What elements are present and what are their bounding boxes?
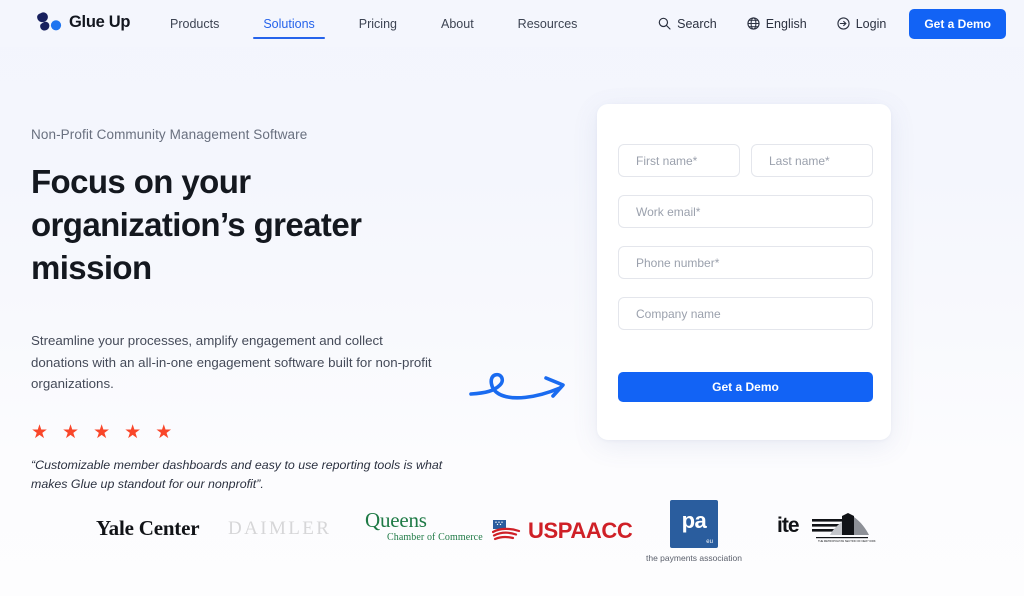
logo-queens-chamber-of-commerce: Queens Chamber of Commerce	[365, 508, 483, 544]
glueup-logo-icon	[37, 12, 62, 31]
logo-queens-text: Queens	[365, 508, 427, 532]
hero-eyebrow: Non-Profit Community Management Software	[31, 127, 308, 142]
pa-mark: pa eu	[669, 500, 718, 548]
globe-icon	[747, 17, 760, 30]
page-root: Glue Up Products Solutions Pricing About…	[0, 0, 1024, 596]
hero-content: Non-Profit Community Management Software…	[31, 127, 461, 506]
star-icon: ★	[124, 421, 142, 443]
brand-logo[interactable]: Glue Up	[36, 11, 130, 33]
header-actions: Search English Login Get a Demo	[643, 0, 1006, 47]
brand-name: Glue Up	[69, 12, 131, 31]
site-header: Glue Up Products Solutions Pricing About…	[0, 0, 1024, 47]
name-row	[618, 144, 873, 177]
uspaacc-flag-icon	[492, 520, 521, 541]
testimonial-quote: “Customizable member dashboards and easy…	[31, 457, 443, 491]
first-name-input[interactable]	[618, 144, 740, 177]
logo-daimler: DAIMLER	[228, 518, 332, 539]
header-get-a-demo-button[interactable]: Get a Demo	[909, 8, 1006, 39]
hero-description: Streamline your processes, amplify engag…	[31, 333, 432, 391]
demo-request-form: Get a Demo	[597, 104, 891, 440]
work-email-input[interactable]	[618, 195, 873, 228]
language-selector[interactable]: English	[732, 17, 822, 31]
star-icon: ★	[31, 421, 49, 443]
login-label: Login	[855, 16, 887, 31]
logo-uspaacc: USPAACC	[492, 518, 633, 544]
nav-item-resources[interactable]: Resources	[496, 0, 600, 47]
logo-yale-center: Yale Center	[96, 516, 200, 540]
search-button[interactable]: Search	[643, 17, 732, 31]
logo-ite-metropolitan-section: ite THE METROPOLITAN SECTION OF NEW YORK…	[776, 508, 876, 546]
nav-item-pricing[interactable]: Pricing	[337, 0, 419, 47]
last-name-input[interactable]	[751, 144, 873, 177]
search-label: Search	[677, 16, 717, 31]
logo-uspaacc-text: USPAACC	[528, 518, 633, 543]
logo-the-payments-association: pa eu the payments association	[646, 500, 742, 563]
page-title: Focus on your organization’s greater mis…	[31, 163, 362, 286]
phone-number-input[interactable]	[618, 246, 873, 279]
form-get-a-demo-button[interactable]: Get a Demo	[618, 372, 873, 402]
logo-queens-subtext: Chamber of Commerce	[387, 532, 483, 543]
nav-item-products[interactable]: Products	[148, 0, 241, 47]
ite-bridge-icon: ite THE METROPOLITAN SECTION OF NEW YORK…	[777, 513, 876, 543]
search-icon	[658, 17, 671, 30]
ite-subtext: THE METROPOLITAN SECTION OF NEW YORK & N…	[818, 539, 876, 543]
nav-item-solutions[interactable]: Solutions	[241, 0, 336, 47]
pa-superscript: eu	[706, 539, 713, 545]
star-icon: ★	[155, 421, 173, 443]
language-label: English	[765, 16, 807, 31]
company-name-input[interactable]	[618, 297, 873, 330]
star-icon: ★	[62, 421, 80, 443]
login-button[interactable]: Login	[822, 17, 902, 31]
svg-text:ite: ite	[777, 514, 799, 537]
star-rating: ★ ★ ★ ★ ★	[31, 423, 461, 442]
form-fields: Get a Demo	[618, 144, 873, 402]
pa-letters: pa	[681, 508, 707, 533]
login-arrow-icon	[837, 17, 850, 30]
pa-caption: the payments association	[646, 553, 742, 563]
curved-arrow-icon	[469, 372, 565, 400]
star-icon: ★	[93, 421, 111, 443]
nav-item-about[interactable]: About	[419, 0, 496, 47]
client-logo-bar: Yale Center DAIMLER Queens Chamber of Co…	[0, 492, 1024, 582]
main-navigation: Products Solutions Pricing About Resourc…	[148, 0, 599, 47]
